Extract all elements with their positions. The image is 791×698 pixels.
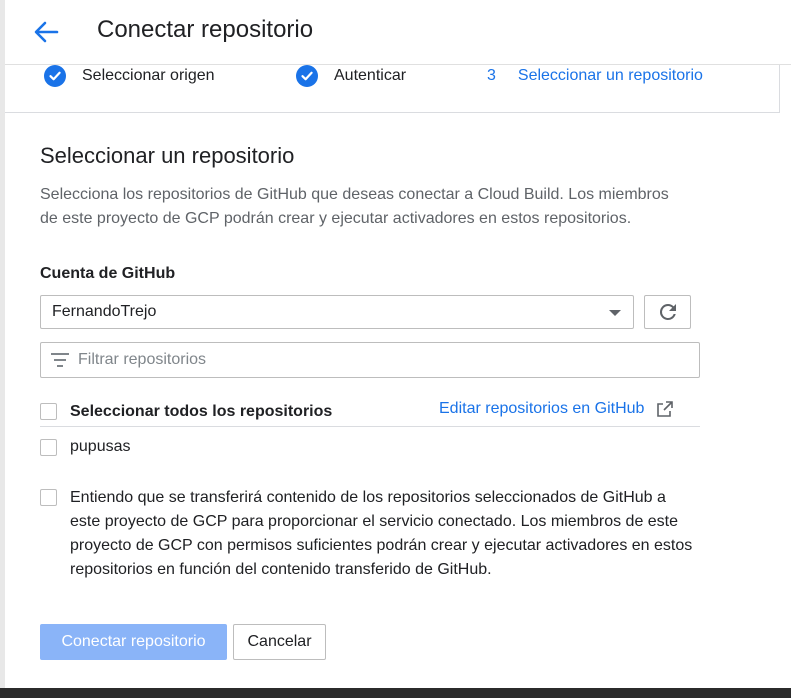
open-in-new-icon: [657, 401, 674, 417]
step-select-origin: Seleccionar origen: [44, 65, 215, 87]
select-all-row: Seleccionar todos los repositorios Edita…: [40, 397, 700, 427]
edit-repos-github-link[interactable]: Editar repositorios en GitHub: [439, 400, 674, 418]
github-account-select[interactable]: FernandoTrejo: [40, 295, 634, 329]
section-title: Seleccionar un repositorio: [40, 143, 295, 168]
bottom-bar: [0, 688, 791, 698]
refresh-icon: [659, 303, 676, 320]
page-title: Conectar repositorio: [97, 16, 314, 43]
select-all-checkbox[interactable]: [40, 403, 57, 420]
filter-icon: [50, 353, 70, 367]
section-description: Selecciona los repositorios de GitHub qu…: [40, 186, 669, 227]
edit-link-label: Editar repositorios en GitHub: [439, 400, 645, 417]
repo-filter[interactable]: [40, 342, 700, 378]
step-select-repository: 3 Seleccionar un repositorio: [487, 65, 703, 87]
check-circle-icon: [44, 65, 66, 87]
step-authenticate: Autenticar: [296, 65, 406, 87]
stepper: Seleccionar origen Autenticar 3 Seleccio…: [5, 65, 780, 113]
step-label: Seleccionar un repositorio: [517, 67, 703, 84]
github-account-value: FernandoTrejo: [52, 303, 157, 320]
dropdown-arrow-icon: [609, 310, 621, 316]
refresh-button[interactable]: [644, 295, 691, 329]
back-button[interactable]: [30, 16, 62, 48]
consent-text: Entiendo que se transferirá contenido de…: [70, 489, 693, 578]
connect-repository-button[interactable]: Conectar repositorio: [40, 624, 227, 660]
repo-row: pupusas: [40, 433, 700, 461]
select-all-label: Seleccionar todos los repositorios: [70, 402, 333, 420]
consent-row: Entiendo que se transferirá contenido de…: [40, 486, 700, 582]
check-circle-icon: [296, 65, 318, 87]
step-label: Seleccionar origen: [82, 67, 215, 84]
arrow-back-icon: [34, 21, 59, 43]
repo-name: pupusas: [70, 438, 131, 455]
filter-input[interactable]: [78, 351, 658, 369]
step-label: Autenticar: [334, 67, 407, 84]
cancel-button[interactable]: Cancelar: [233, 624, 326, 660]
repo-checkbox[interactable]: [40, 438, 57, 456]
page-header: Conectar repositorio: [5, 0, 791, 65]
step-number: 3: [487, 67, 496, 84]
github-account-label: Cuenta de GitHub: [40, 265, 176, 282]
consent-checkbox[interactable]: [40, 489, 57, 506]
